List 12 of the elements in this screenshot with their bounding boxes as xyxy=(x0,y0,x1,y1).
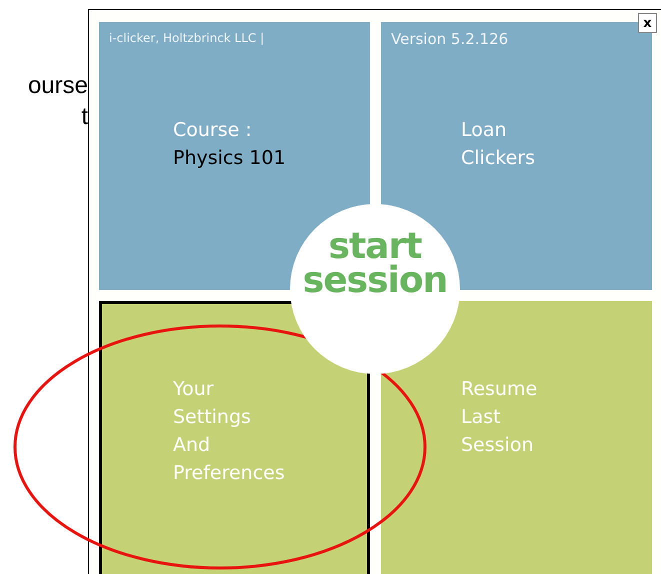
tile-label: Course : xyxy=(173,118,253,143)
background-text: ourse xyxy=(28,71,88,101)
close-button[interactable]: x xyxy=(638,13,657,33)
background-text: t xyxy=(81,102,88,132)
version-text: Version 5.2.126 xyxy=(391,31,508,47)
course-name: Physics 101 xyxy=(173,146,287,171)
tile-label: Your Settings And Preferences xyxy=(173,377,286,486)
tile-label: Resume Last Session xyxy=(461,377,538,458)
menu-tile[interactable]: Your Settings And Preferences xyxy=(99,301,370,574)
tile-label: Loan Clickers xyxy=(461,118,536,171)
menu-tile[interactable]: Resume Last Session xyxy=(381,301,652,574)
copyright-text: i-clicker, Holtzbrinck LLC | xyxy=(109,30,264,46)
